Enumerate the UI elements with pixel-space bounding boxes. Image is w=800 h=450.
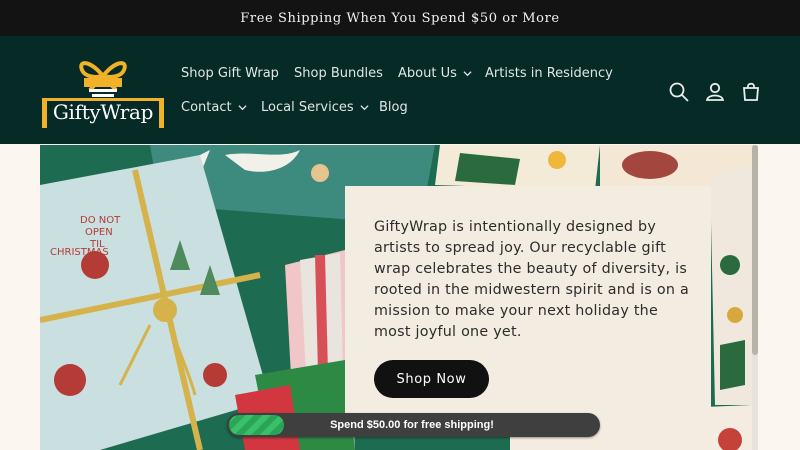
- nav-label: Local Services: [261, 99, 354, 115]
- nav-shop-bundles[interactable]: Shop Bundles: [285, 61, 392, 85]
- hero-text-card: GiftyWrap is intentionally designed by a…: [345, 186, 711, 426]
- hero-description: GiftyWrap is intentionally designed by a…: [374, 219, 689, 340]
- nav-shop-gift-wrap[interactable]: Shop Gift Wrap: [172, 61, 288, 85]
- gift-tag-text: DO NOT: [80, 215, 121, 226]
- nav-label: Contact: [181, 99, 232, 115]
- nav-label: Shop Bundles: [294, 65, 383, 81]
- account-icon[interactable]: [703, 80, 727, 104]
- nav-artists-in-residency[interactable]: Artists in Residency: [476, 61, 622, 85]
- chevron-down-icon: [238, 104, 247, 110]
- nav-label: Shop Gift Wrap: [181, 65, 279, 81]
- announcement-text: Free Shipping When You Spend $50 or More: [240, 10, 560, 26]
- shop-now-button[interactable]: Shop Now: [374, 360, 489, 398]
- main-navigation: Shop Gift Wrap Shop Bundles About Us Art…: [172, 36, 642, 144]
- chevron-down-icon: [360, 104, 369, 110]
- nav-label: Artists in Residency: [485, 65, 613, 81]
- logo-wordmark: GiftyWrap: [52, 100, 154, 124]
- site-header: GiftyWrap Shop Gift Wrap Shop Bundles Ab…: [0, 36, 800, 144]
- free-shipping-progress-bar: Spend $50.00 for free shipping!: [227, 413, 600, 437]
- search-icon[interactable]: [667, 80, 691, 104]
- giftywrap-logo[interactable]: GiftyWrap: [40, 54, 166, 128]
- page-scrollbar-thumb[interactable]: [752, 145, 758, 355]
- nav-label: About Us: [398, 65, 457, 81]
- chevron-down-icon: [463, 70, 472, 76]
- shipping-progress-fill: [229, 415, 284, 435]
- cart-icon[interactable]: [739, 80, 763, 104]
- gift-tag-text: OPEN: [85, 227, 113, 238]
- shipping-progress-text: Spend $50.00 for free shipping!: [330, 419, 494, 431]
- announcement-bar: Free Shipping When You Spend $50 or More: [0, 0, 800, 36]
- nav-label: Blog: [379, 99, 408, 115]
- gift-tag-text: CHRISTMAS: [50, 247, 109, 258]
- nav-about-us[interactable]: About Us: [389, 61, 481, 85]
- nav-contact[interactable]: Contact: [172, 95, 256, 119]
- nav-blog[interactable]: Blog: [370, 95, 417, 119]
- nav-local-services[interactable]: Local Services: [252, 95, 378, 119]
